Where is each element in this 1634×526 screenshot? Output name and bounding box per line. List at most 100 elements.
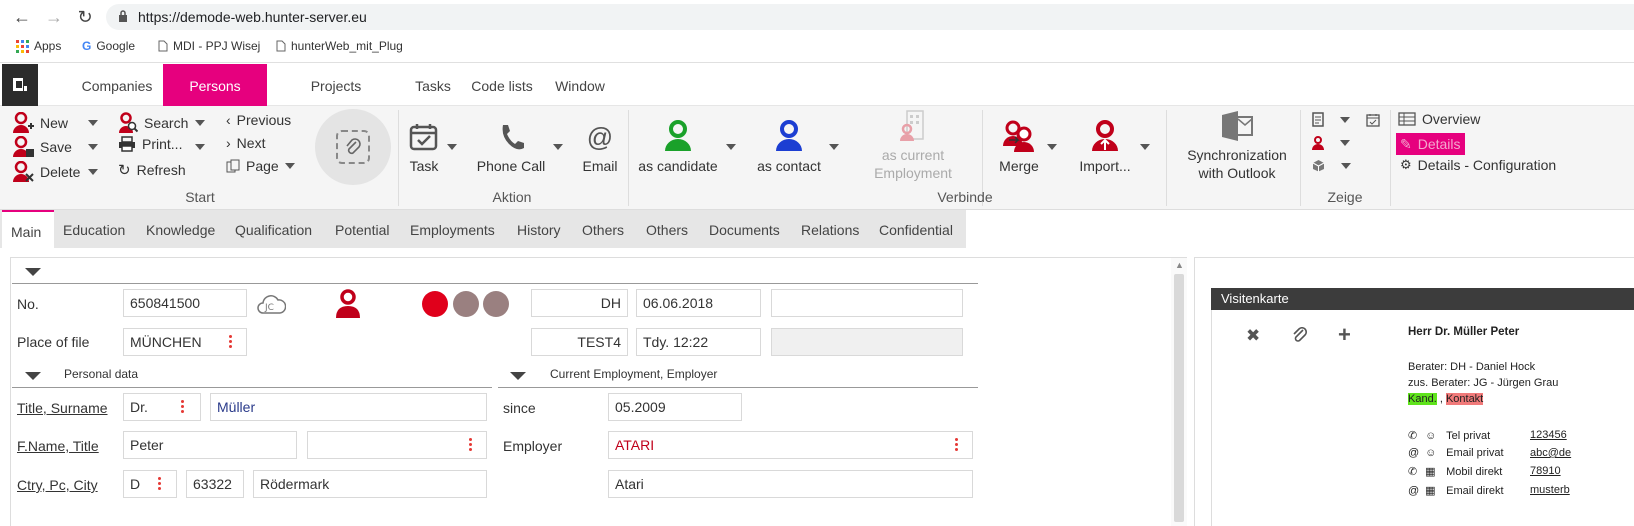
postcode-field[interactable]: 63322 <box>186 470 244 498</box>
fname-title-label[interactable]: F.Name, Title <box>17 438 99 454</box>
email-button[interactable]: @ Email <box>580 122 620 174</box>
details-button[interactable]: ✎ Details <box>1396 133 1465 155</box>
close-icon[interactable]: ✖ <box>1246 326 1260 346</box>
collapse-toggle-icon[interactable] <box>25 268 41 276</box>
status-dot-gray[interactable] <box>453 291 479 317</box>
paperclip-icon[interactable] <box>1292 327 1308 343</box>
name-title-field[interactable] <box>307 431 487 459</box>
details-configuration-button[interactable]: ⚙ Details - Configuration <box>1400 157 1556 173</box>
zeige-box-button[interactable] <box>1312 159 1351 172</box>
bookmark-apps[interactable]: Apps <box>16 39 61 53</box>
print-dropdown-icon[interactable] <box>195 144 205 150</box>
import-button[interactable]: Import... <box>1074 120 1136 174</box>
no-field[interactable]: 650841500 <box>123 289 247 317</box>
tab-main[interactable]: Main <box>2 210 54 248</box>
refresh-button[interactable]: ↻ Refresh <box>118 161 186 179</box>
back-icon[interactable]: ← <box>10 5 34 29</box>
scroll-up-icon[interactable]: ▲ <box>1175 260 1184 270</box>
bookmark-google[interactable]: G Google <box>82 39 135 53</box>
page-dropdown-icon[interactable] <box>284 163 295 169</box>
calendar-small-icon[interactable] <box>1366 113 1380 127</box>
extra-field[interactable] <box>771 289 963 317</box>
consultant-code-field[interactable]: DH <box>531 289 628 317</box>
candidate-dropdown-icon[interactable] <box>726 144 736 150</box>
attachment-drop-zone[interactable] <box>315 109 391 185</box>
tab-knowledge[interactable]: Knowledge <box>146 210 215 248</box>
country-postcode-city-label[interactable]: Ctry, Pc, City <box>17 477 98 493</box>
nav-tab-companies[interactable]: Companies <box>72 64 162 106</box>
nav-tab-persons[interactable]: Persons <box>163 64 267 106</box>
more-options-icon[interactable] <box>181 400 184 414</box>
status-dot-red[interactable] <box>422 291 448 317</box>
tab-relations[interactable]: Relations <box>801 210 859 248</box>
sync-outlook-button[interactable]: Synchronization with Outlook <box>1178 110 1296 182</box>
tab-confidential[interactable]: Confidential <box>879 210 953 248</box>
page-button[interactable]: Page <box>226 158 295 174</box>
test-code-field[interactable]: TEST4 <box>531 328 628 356</box>
next-button[interactable]: › Next <box>226 135 265 151</box>
tab-others[interactable]: Others <box>582 210 624 248</box>
plus-icon[interactable]: + <box>1338 322 1351 348</box>
since-field[interactable]: 05.2009 <box>608 393 742 421</box>
new-dropdown-icon[interactable] <box>88 120 98 126</box>
tab-potential[interactable]: Potential <box>335 210 389 248</box>
tab-education[interactable]: Education <box>63 210 125 248</box>
nav-tab-projects[interactable]: Projects <box>296 64 376 106</box>
link-as-current-employment-button[interactable]: as current Employment <box>866 110 960 182</box>
employer-name-field[interactable]: Atari <box>608 470 973 498</box>
link-as-candidate-button[interactable]: as candidate <box>636 120 720 174</box>
delete-button[interactable]: Delete <box>12 161 80 183</box>
search-button[interactable]: Search <box>118 112 188 134</box>
task-button[interactable]: Task <box>404 122 444 174</box>
date-field[interactable]: 06.06.2018 <box>636 289 761 317</box>
zeige-dropdown-icon[interactable] <box>1340 116 1350 123</box>
title-surname-label[interactable]: Title, Surname <box>17 400 108 416</box>
address-bar[interactable]: https://demode-web.hunter-server.eu <box>106 4 1634 30</box>
app-logo[interactable] <box>2 64 38 106</box>
nav-tab-tasks[interactable]: Tasks <box>408 64 458 106</box>
tab-documents[interactable]: Documents <box>709 210 780 248</box>
search-dropdown-icon[interactable] <box>195 120 205 126</box>
nav-tab-window[interactable]: Window <box>548 64 612 106</box>
today-time-field[interactable]: Tdy. 12:22 <box>636 328 761 356</box>
first-name-field[interactable]: Peter <box>123 431 297 459</box>
email-direkt-link[interactable]: musterb <box>1530 484 1570 496</box>
collapse-personal-icon[interactable] <box>25 372 41 380</box>
zeige-dropdown-icon[interactable] <box>1340 140 1350 146</box>
delete-dropdown-icon[interactable] <box>88 169 98 175</box>
print-button[interactable]: Print... <box>118 136 182 152</box>
employer-field[interactable]: ATARI <box>608 431 973 459</box>
surname-field[interactable]: Müller <box>210 393 487 421</box>
zeige-document-button[interactable] <box>1312 112 1350 127</box>
task-dropdown-icon[interactable] <box>447 144 457 150</box>
email-privat-link[interactable]: abc@de <box>1530 447 1571 459</box>
new-button[interactable]: New <box>12 112 68 134</box>
tel-privat-link[interactable]: 123456 <box>1530 429 1567 441</box>
title-field[interactable]: Dr. <box>123 393 201 421</box>
tab-qualification[interactable]: Qualification <box>235 210 312 248</box>
overview-button[interactable]: Overview <box>1398 111 1480 127</box>
merge-dropdown-icon[interactable] <box>1047 144 1057 150</box>
merge-button[interactable]: Merge <box>994 120 1044 174</box>
tab-history[interactable]: History <box>517 210 561 248</box>
status-dot-gray[interactable] <box>483 291 509 317</box>
more-options-icon[interactable] <box>955 438 958 452</box>
forward-icon[interactable]: → <box>42 5 66 29</box>
reload-icon[interactable]: ↻ <box>73 5 97 29</box>
zeige-person-button[interactable] <box>1312 136 1350 150</box>
tab-others-2[interactable]: Others <box>646 210 688 248</box>
previous-button[interactable]: ‹ Previous <box>226 112 291 128</box>
scroll-thumb[interactable] <box>1174 274 1184 522</box>
more-options-icon[interactable] <box>158 477 161 491</box>
city-field[interactable]: Rödermark <box>253 470 487 498</box>
mobil-direkt-link[interactable]: 78910 <box>1530 465 1561 477</box>
bookmark-hunterweb[interactable]: hunterWeb_mit_Plug <box>276 39 403 53</box>
phone-call-button[interactable]: Phone Call <box>472 122 550 174</box>
cloud-jc-icon[interactable]: JC <box>256 291 286 317</box>
more-options-icon[interactable] <box>469 438 472 452</box>
person-status-icon[interactable] <box>335 289 361 319</box>
save-button[interactable]: Save <box>12 136 72 158</box>
contact-dropdown-icon[interactable] <box>829 144 839 150</box>
more-options-icon[interactable] <box>229 335 232 349</box>
phone-dropdown-icon[interactable] <box>553 144 563 150</box>
